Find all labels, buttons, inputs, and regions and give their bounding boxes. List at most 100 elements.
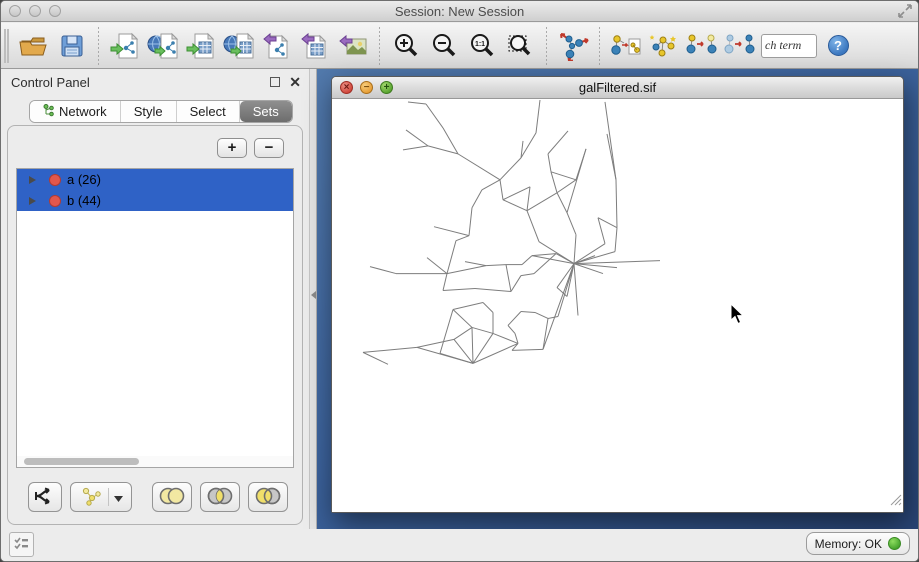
new-network-from-selection-button[interactable] bbox=[607, 27, 645, 65]
toolbar-drag-handle[interactable] bbox=[4, 29, 9, 63]
graph-edge bbox=[615, 228, 617, 252]
main-area: Control Panel ✕ Network Style Select Set… bbox=[1, 69, 918, 529]
graph-edge bbox=[607, 134, 616, 180]
help-button[interactable]: ? bbox=[825, 33, 851, 59]
graph-edge bbox=[551, 172, 576, 180]
graph-edge bbox=[370, 267, 396, 274]
network-canvas[interactable] bbox=[332, 99, 903, 512]
control-panel-tabs: Network Style Select Sets bbox=[29, 100, 293, 123]
fullscreen-icon[interactable] bbox=[898, 4, 912, 23]
difference-sets-button[interactable] bbox=[248, 482, 288, 512]
resize-grip[interactable] bbox=[889, 493, 902, 511]
graph-edge bbox=[548, 131, 568, 154]
network-graph-svg bbox=[332, 99, 903, 512]
graph-edge bbox=[443, 274, 447, 291]
split-arrows-icon bbox=[34, 486, 56, 509]
union-sets-button[interactable] bbox=[152, 482, 192, 512]
graph-edge bbox=[503, 200, 527, 211]
create-set-from-network-button[interactable] bbox=[70, 482, 132, 512]
network-view-window[interactable]: × − + galFiltered.sif bbox=[331, 76, 904, 513]
tab-select[interactable]: Select bbox=[177, 101, 240, 122]
export-network-button[interactable] bbox=[258, 27, 296, 65]
task-checklist-icon bbox=[14, 536, 29, 553]
zoom-out-button[interactable] bbox=[425, 27, 463, 65]
task-history-button[interactable] bbox=[9, 532, 34, 557]
tab-sets[interactable]: Sets bbox=[240, 101, 292, 122]
button-divider bbox=[108, 488, 109, 506]
graph-edge bbox=[482, 180, 500, 190]
horizontal-scrollbar[interactable] bbox=[17, 456, 293, 467]
tab-label: Style bbox=[134, 104, 163, 119]
graph-edge bbox=[511, 276, 521, 292]
close-panel-icon[interactable]: ✕ bbox=[289, 74, 301, 90]
float-panel-icon[interactable] bbox=[270, 77, 280, 87]
open-session-button[interactable] bbox=[15, 27, 53, 65]
network-tree-icon bbox=[43, 104, 54, 120]
add-set-button[interactable]: + bbox=[217, 138, 247, 158]
sets-list[interactable]: a (26) b (44) bbox=[16, 168, 294, 468]
new-network-from-selection-icon bbox=[610, 31, 642, 61]
scrollbar-thumb[interactable] bbox=[24, 458, 139, 465]
search-input[interactable] bbox=[761, 34, 817, 58]
graph-edge bbox=[521, 311, 535, 312]
graph-edge bbox=[456, 236, 469, 241]
memory-status-label: Memory: OK bbox=[815, 537, 882, 551]
import-table-file-button[interactable] bbox=[182, 27, 220, 65]
expander-triangle-icon[interactable] bbox=[29, 197, 36, 205]
graph-edge bbox=[536, 100, 540, 133]
expander-triangle-icon[interactable] bbox=[29, 176, 36, 184]
select-first-neighbors-button[interactable] bbox=[645, 27, 683, 65]
zoom-in-button[interactable] bbox=[387, 27, 425, 65]
apply-layout-icon bbox=[557, 31, 589, 61]
graph-edge bbox=[443, 289, 475, 291]
panel-divider[interactable] bbox=[309, 69, 317, 529]
save-session-button[interactable] bbox=[53, 27, 91, 65]
union-venn-icon bbox=[158, 486, 186, 509]
remove-set-button[interactable]: − bbox=[254, 138, 284, 158]
graph-edge bbox=[574, 261, 660, 264]
tab-network[interactable]: Network bbox=[30, 101, 121, 122]
graph-edge bbox=[472, 190, 482, 208]
intersection-sets-button[interactable] bbox=[200, 482, 240, 512]
memory-status-button[interactable]: Memory: OK bbox=[806, 532, 910, 555]
title-bar[interactable]: Session: New Session bbox=[1, 1, 918, 22]
set-label: a (26) bbox=[67, 172, 101, 187]
zoom-selected-region-button[interactable] bbox=[501, 27, 539, 65]
new-network-selected-nodes-all-edges-button[interactable] bbox=[683, 27, 721, 65]
graph-edge bbox=[551, 172, 557, 193]
graph-edge bbox=[567, 213, 576, 235]
graph-edge bbox=[598, 218, 617, 228]
graph-edge bbox=[508, 325, 515, 333]
zoom-actual-size-icon: 1:1 bbox=[468, 32, 496, 60]
toolbar-separator bbox=[379, 27, 380, 65]
import-table-url-button[interactable] bbox=[220, 27, 258, 65]
graph-edge bbox=[548, 154, 551, 172]
zoom-selected-region-icon bbox=[506, 32, 534, 60]
tab-style[interactable]: Style bbox=[121, 101, 177, 122]
collapse-panel-icon[interactable] bbox=[311, 291, 316, 299]
export-image-button[interactable] bbox=[334, 27, 372, 65]
graph-edge bbox=[506, 265, 511, 292]
graph-edge bbox=[472, 327, 493, 333]
zoom-actual-size-button[interactable]: 1:1 bbox=[463, 27, 501, 65]
split-set-button[interactable] bbox=[28, 482, 62, 512]
graph-edge bbox=[454, 339, 473, 363]
network-window-titlebar[interactable]: × − + galFiltered.sif bbox=[332, 77, 903, 99]
graph-edge bbox=[363, 347, 417, 352]
intersection-venn-icon bbox=[206, 486, 234, 509]
apply-preferred-layout-button[interactable] bbox=[554, 27, 592, 65]
open-folder-icon bbox=[19, 32, 49, 60]
list-item[interactable]: b (44) bbox=[17, 190, 293, 211]
import-network-url-button[interactable] bbox=[144, 27, 182, 65]
graph-edge bbox=[453, 309, 472, 327]
application-window: Session: New Session bbox=[0, 0, 919, 562]
mouse-cursor bbox=[731, 304, 745, 330]
list-item[interactable]: a (26) bbox=[17, 169, 293, 190]
import-network-file-icon bbox=[110, 31, 140, 61]
export-table-button[interactable] bbox=[296, 27, 334, 65]
zoom-in-icon bbox=[392, 32, 420, 60]
graph-edge bbox=[605, 102, 616, 180]
new-network-selected-nodes-selected-edges-button[interactable] bbox=[721, 27, 759, 65]
svg-text:1:1: 1:1 bbox=[475, 41, 485, 48]
import-network-file-button[interactable] bbox=[106, 27, 144, 65]
